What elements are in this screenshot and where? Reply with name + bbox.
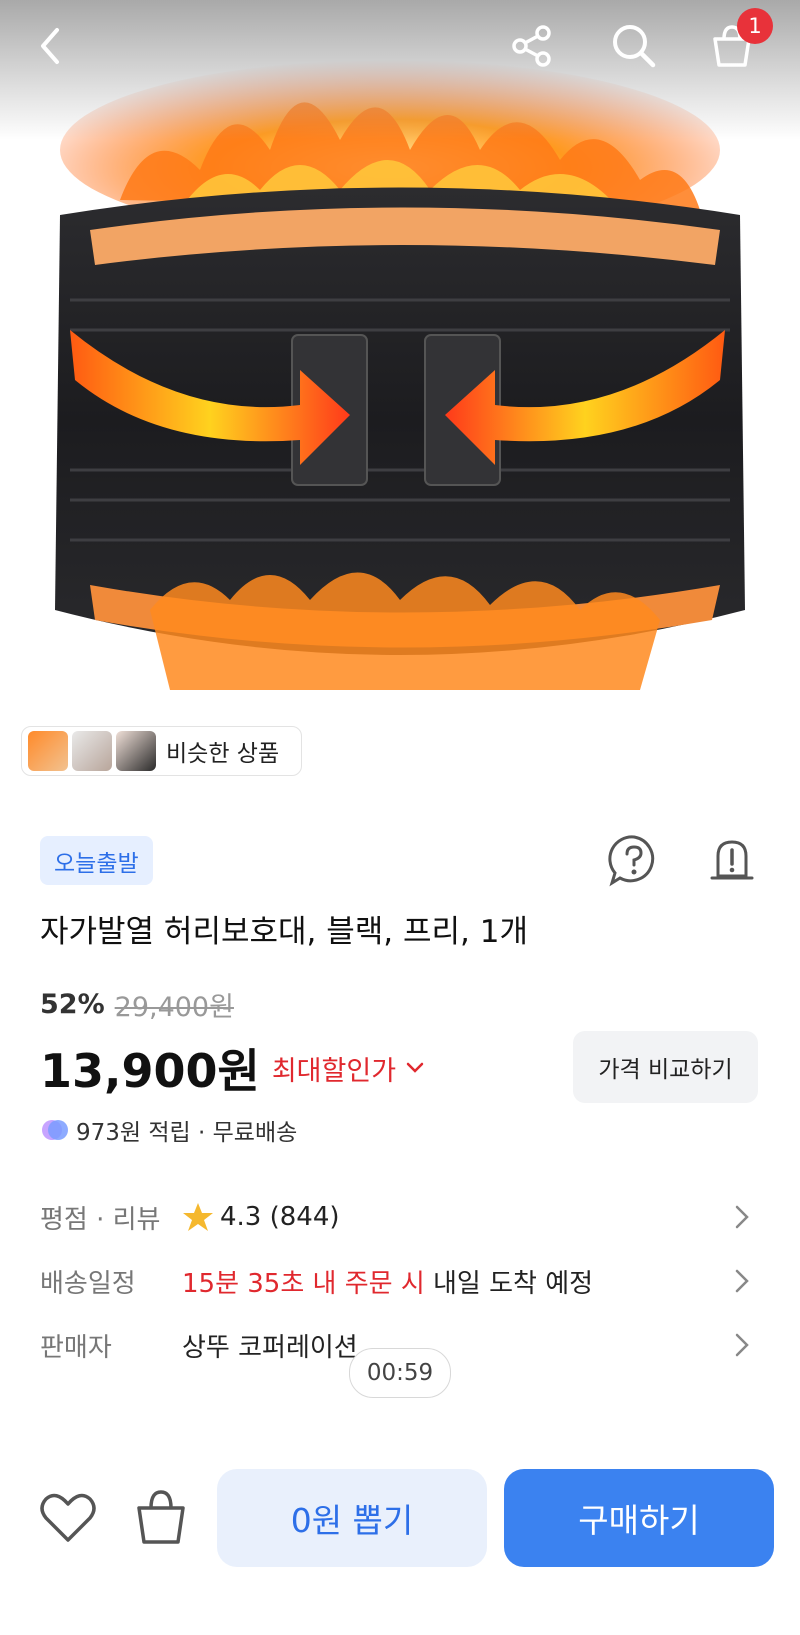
today-shipping-badge: 오늘출발 (40, 836, 153, 885)
search-icon[interactable] (606, 18, 662, 74)
buy-button[interactable]: 구매하기 (504, 1469, 774, 1567)
chevron-right-icon (735, 1269, 749, 1293)
top-app-bar: 1 (0, 0, 800, 96)
discount-row: 52% 29,400원 (40, 985, 234, 1024)
seller-label: 판매자 (40, 1332, 112, 1363)
similar-thumb-2 (72, 731, 112, 771)
shipping-schedule-row[interactable]: 배송일정 15분 35초 내 주문 시 내일 도착 예정 (40, 1259, 760, 1303)
shipping-eta: 내일 도착 예정 (424, 1268, 594, 1299)
max-discount-label: 최대할인가 (271, 1055, 397, 1087)
price-row: 13,900원 최대할인가 (40, 1035, 426, 1101)
points-row: 973원 적립 · 무료배송 (40, 1113, 297, 1147)
max-discount-toggle[interactable]: 최대할인가 (272, 1049, 426, 1088)
rating-label: 평점 · 리뷰 (40, 1204, 161, 1235)
cart-add-icon[interactable] (131, 1486, 191, 1548)
shipping-label: 배송일정 (40, 1268, 136, 1299)
timer-pill: 00:59 (349, 1348, 451, 1398)
product-title: 자가발열 허리보호대, 블랙, 프리, 1개 (40, 914, 528, 950)
points-coin-icon (42, 1120, 68, 1140)
heart-icon[interactable] (38, 1488, 98, 1548)
back-icon[interactable] (22, 18, 78, 74)
shipping-countdown: 15분 35초 내 주문 시 (182, 1268, 425, 1299)
discount-percent: 52% (40, 989, 105, 1020)
chevron-down-icon (406, 1062, 424, 1073)
share-icon[interactable] (504, 18, 560, 74)
report-icon[interactable] (704, 832, 760, 888)
star-icon (183, 1203, 213, 1231)
seller-name: 상뚜 코퍼레이션 (182, 1332, 358, 1363)
chevron-right-icon (735, 1333, 749, 1357)
sale-price: 13,900원 (40, 1044, 260, 1098)
help-icon[interactable] (606, 832, 662, 888)
similar-thumb-1 (28, 731, 68, 771)
similar-thumb-3 (116, 731, 156, 771)
rating-review-row[interactable]: 평점 · 리뷰 4.3 (844) (40, 1195, 760, 1239)
rating-value: 4.3 (844) (220, 1202, 340, 1232)
similar-products-label: 비슷한 상품 (166, 741, 280, 767)
original-price: 29,400원 (114, 992, 234, 1023)
chevron-right-icon (735, 1205, 749, 1229)
zero-won-draw-button[interactable]: 0원 뽑기 (217, 1469, 487, 1567)
similar-products-chip[interactable]: 비슷한 상품 (21, 726, 302, 776)
points-text: 973원 적립 · 무료배송 (76, 1120, 298, 1146)
compare-price-button[interactable]: 가격 비교하기 (573, 1031, 758, 1103)
cart-count-badge: 1 (737, 8, 773, 44)
